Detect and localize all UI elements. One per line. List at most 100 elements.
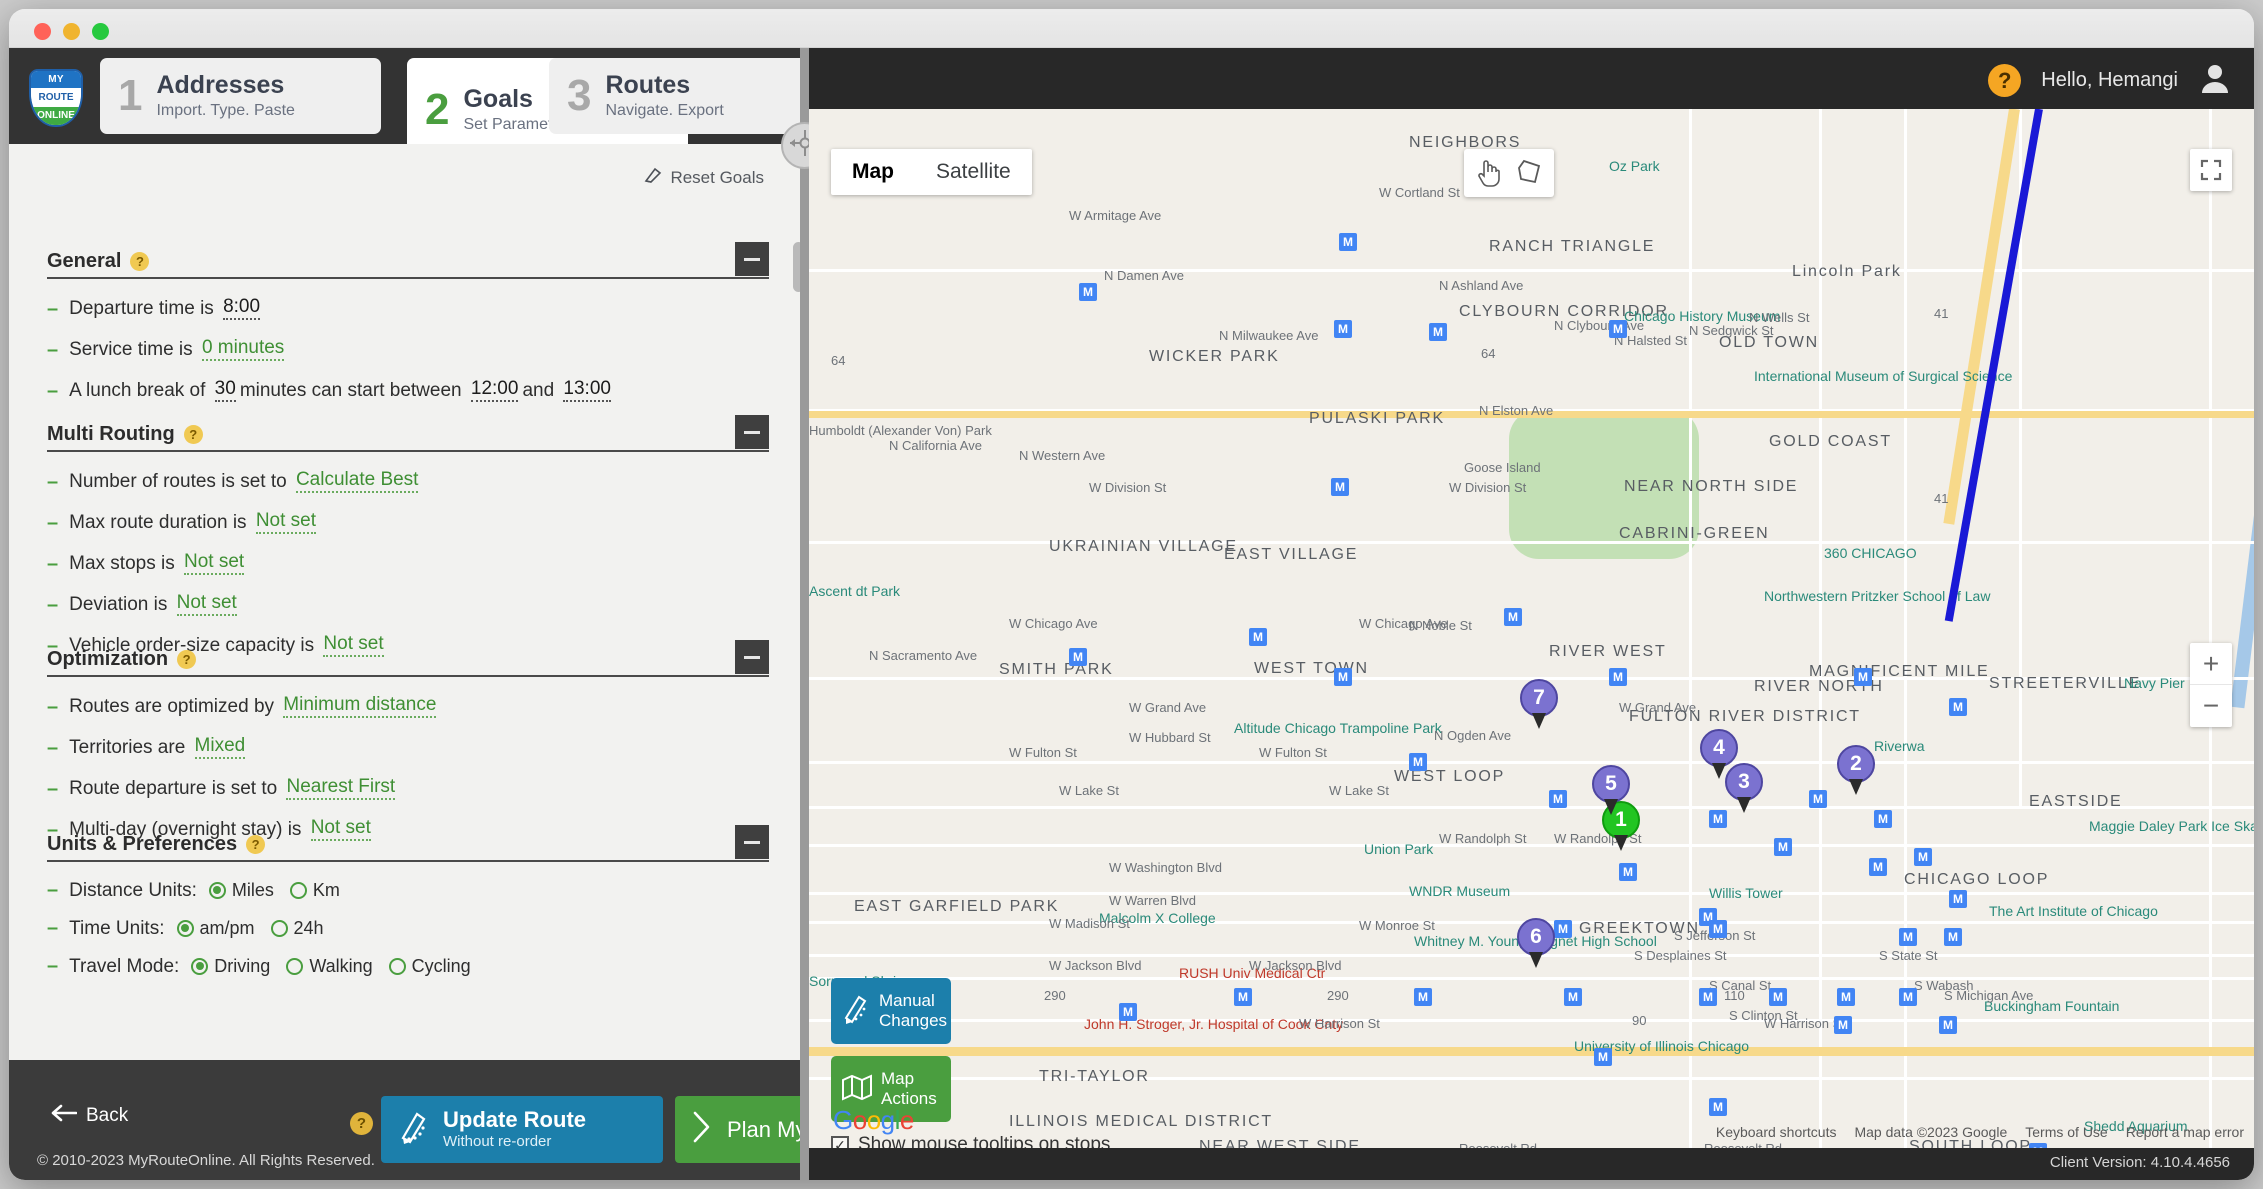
goal-row: – Max route duration is Not set bbox=[47, 511, 769, 534]
report-map-error-link[interactable]: Report a map error bbox=[2126, 1124, 2244, 1140]
section-help-icon-multi-routing[interactable]: ? bbox=[183, 425, 203, 444]
goal-row: – Deviation is Not set bbox=[47, 593, 769, 616]
section-general: General? – Departure time is 8:00– Service … bbox=[47, 239, 769, 402]
reset-goals-button[interactable]: Reset Goals bbox=[643, 165, 764, 190]
transit-station-icon: M bbox=[1079, 283, 1097, 301]
map-stop-marker-4[interactable]: 4 bbox=[1700, 729, 1738, 767]
goal-value[interactable]: Mixed bbox=[194, 736, 246, 759]
goal-row: – Territories are Mixed bbox=[47, 736, 769, 759]
radio-circle-icon bbox=[176, 919, 194, 937]
goal-value[interactable]: Not set bbox=[176, 593, 237, 616]
map-label: Roosevelt Rd bbox=[1704, 1141, 1782, 1148]
polygon-lasso-icon[interactable] bbox=[1509, 152, 1551, 194]
goal-value[interactable]: Minimum distance bbox=[283, 695, 437, 718]
map-stop-marker-5[interactable]: 5 bbox=[1592, 765, 1630, 803]
fullscreen-icon[interactable] bbox=[2190, 149, 2232, 191]
map-label: Maggie Daley Park Ice Skating Ribbon bbox=[2089, 818, 2254, 834]
logo-line-3: ONLINE bbox=[31, 106, 81, 125]
radio-24h[interactable]: 24h bbox=[270, 919, 324, 937]
map-stop-marker-2[interactable]: 2 bbox=[1837, 745, 1875, 783]
map-label: 90 bbox=[1632, 1013, 1647, 1028]
transit-station-icon: M bbox=[1699, 988, 1717, 1006]
radio-driving[interactable]: Driving bbox=[191, 957, 270, 975]
keyboard-shortcuts-link[interactable]: Keyboard shortcuts bbox=[1716, 1124, 1837, 1140]
radio-cycling[interactable]: Cycling bbox=[388, 956, 471, 976]
goal-value[interactable]: 30 bbox=[214, 379, 236, 402]
section-collapse-button-optimization[interactable] bbox=[735, 640, 769, 674]
map-label: NEAR WEST SIDE bbox=[1199, 1138, 1361, 1148]
panel-splitter[interactable] bbox=[800, 48, 809, 1180]
goal-row: – Routes are optimized by Minimum distanc… bbox=[47, 695, 769, 718]
map-stop-marker-6[interactable]: 6 bbox=[1517, 918, 1555, 956]
goal-value[interactable]: 13:00 bbox=[563, 379, 611, 402]
avatar-icon[interactable] bbox=[2198, 61, 2232, 100]
minus-icon bbox=[744, 655, 760, 659]
back-button[interactable]: Back bbox=[51, 1104, 128, 1128]
map-label: W Jackson Blvd bbox=[1249, 958, 1342, 973]
map-type-map[interactable]: Map bbox=[831, 149, 915, 195]
goal-text: A lunch break of bbox=[69, 380, 211, 401]
tab-routes[interactable]: 3 Routes Navigate. Export bbox=[549, 58, 830, 134]
map-stop-marker-7[interactable]: 7 bbox=[1520, 679, 1558, 717]
bullet-icon: – bbox=[47, 777, 59, 800]
section-help-icon-units-preferences[interactable]: ? bbox=[246, 835, 266, 854]
transit-station-icon: M bbox=[1334, 668, 1352, 686]
radio-miles[interactable]: Miles bbox=[208, 880, 274, 900]
map-zoom-controls: + − bbox=[2190, 643, 2232, 727]
map-canvas[interactable]: PALMER SQUARENEIGHBORSOz ParkLincoln Par… bbox=[809, 109, 2254, 1148]
radio-am-pm[interactable]: am/pm bbox=[176, 919, 255, 937]
map-label: N Damen Ave bbox=[1104, 268, 1184, 283]
tab-routes-number: 3 bbox=[567, 71, 592, 120]
section-collapse-button-units-preferences[interactable] bbox=[735, 825, 769, 859]
tab-routes-title: Routes bbox=[605, 70, 691, 99]
map-label: S State St bbox=[1879, 948, 1938, 963]
zoom-in-button[interactable]: + bbox=[2190, 643, 2232, 685]
window-zoom-button[interactable] bbox=[92, 23, 109, 40]
transit-station-icon: M bbox=[1837, 988, 1855, 1006]
transit-station-icon: M bbox=[1854, 668, 1872, 686]
radio-label: Miles bbox=[231, 880, 274, 900]
terms-of-use-link[interactable]: Terms of Use bbox=[2025, 1124, 2107, 1140]
section-help-icon-general[interactable]: ? bbox=[130, 252, 150, 271]
radio-circle-icon bbox=[208, 881, 226, 899]
bullet-icon: – bbox=[47, 470, 59, 493]
window-close-button[interactable] bbox=[34, 23, 51, 40]
section-collapse-button-multi-routing[interactable] bbox=[735, 415, 769, 449]
update-route-button[interactable]: Update Route Without re-order bbox=[381, 1096, 663, 1163]
goal-value[interactable]: Not set bbox=[255, 511, 317, 534]
help-icon[interactable]: ? bbox=[1988, 64, 2022, 97]
transit-station-icon: M bbox=[1709, 1098, 1727, 1116]
radio-label: Cycling bbox=[411, 956, 471, 976]
map-bottom-bar: Client Version: 4.10.4.4656 bbox=[809, 1148, 2254, 1180]
hand-pointer-icon[interactable] bbox=[1467, 152, 1509, 194]
radio-km[interactable]: Km bbox=[289, 881, 340, 899]
goal-value[interactable]: 8:00 bbox=[223, 297, 261, 320]
goal-value[interactable]: Not set bbox=[184, 552, 245, 575]
map-label: N Ashland Ave bbox=[1439, 278, 1524, 293]
section-collapse-button-general[interactable] bbox=[735, 242, 769, 276]
map-label: Oz Park bbox=[1609, 158, 1660, 174]
map-stop-marker-3[interactable]: 3 bbox=[1725, 763, 1763, 801]
map-type-satellite[interactable]: Satellite bbox=[915, 149, 1032, 195]
tab-addresses[interactable]: 1 Addresses Import. Type. Paste bbox=[100, 58, 381, 134]
transit-station-icon: M bbox=[1944, 928, 1962, 946]
goal-value[interactable]: Nearest First bbox=[286, 777, 396, 800]
window-minimize-button[interactable] bbox=[63, 23, 80, 40]
map-actions-line1: Map bbox=[881, 1068, 915, 1088]
manual-changes-button[interactable]: Manual Changes bbox=[831, 978, 951, 1044]
zoom-out-button[interactable]: − bbox=[2190, 685, 2232, 727]
minus-icon bbox=[744, 430, 760, 434]
footer-help-icon[interactable]: ? bbox=[350, 1112, 373, 1135]
map-label: Goose Island bbox=[1464, 460, 1541, 475]
radio-walking[interactable]: Walking bbox=[286, 957, 373, 975]
section-help-icon-optimization[interactable]: ? bbox=[177, 650, 197, 669]
bullet-icon: – bbox=[47, 736, 59, 759]
goal-value[interactable]: 12:00 bbox=[470, 379, 519, 402]
map-panel: ? Hello, Hemangi NEIGHBORS Oz Park Linco… bbox=[809, 48, 2254, 1180]
goal-value[interactable]: 0 minutes bbox=[201, 338, 285, 361]
map-label: W Randolph St bbox=[1439, 831, 1527, 846]
transit-station-icon: M bbox=[1809, 790, 1827, 808]
goal-text: Max stops is bbox=[69, 553, 180, 574]
goal-value[interactable]: Calculate Best bbox=[295, 470, 419, 493]
map-label: RANCH TRIANGLE bbox=[1489, 238, 1656, 255]
